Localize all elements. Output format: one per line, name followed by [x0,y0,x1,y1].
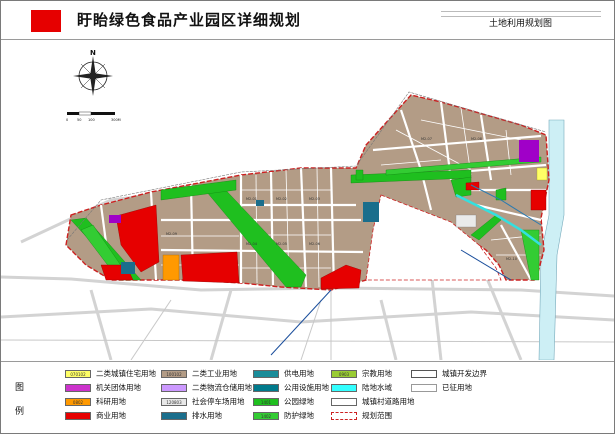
legend-label: 城镇开发边界 [442,369,487,378]
parcel-label: M2-09 [166,232,177,236]
title-color-block [31,10,61,32]
residential-land [536,167,548,181]
legend-item: 供电用地 [253,368,314,379]
legend-swatch: 0802 [65,397,91,406]
legend-item: 120803 社会停车场用地 [161,396,245,407]
legend-label: 二类工业用地 [192,369,237,378]
legend-label: 城镇村道路用地 [362,397,415,406]
legend-swatch [65,411,91,420]
legend-swatch [253,369,279,378]
legend-item: 公用设施用地 [253,382,329,393]
legend-swatch [65,383,91,392]
legend-item: 1402 防护绿地 [253,410,314,421]
legend-swatch: 120803 [161,397,187,406]
legend-swatch: 100102 [161,369,187,378]
scale-tick: 50 [77,118,81,122]
legend-item: 城镇开发边界 [411,368,487,379]
north-arrow: N [73,49,113,96]
map-frame: { "header": { "title": "盱眙绿色食品产业园区详细规划",… [0,0,615,434]
parcel-label: M2-03 [309,197,320,201]
map-title: 盱眙绿色食品产业园区详细规划 [77,11,302,29]
legend-swatch: 0903 [331,369,357,378]
legend-label: 宗教用地 [362,369,392,378]
legend-swatch [253,383,279,392]
legend-item: 排水用地 [161,410,222,421]
header-bar: 盱眙绿色食品产业园区详细规划 土地利用规划图 [1,1,614,40]
legend-item: 1401 公园绿地 [253,396,314,407]
scale-tick: 100 [88,118,95,122]
legend-title: 图例 [15,383,25,417]
legend-label: 规划范围 [362,411,392,420]
scale-tick: 300M [111,118,121,122]
legend-label: 陆地水域 [362,383,392,392]
legend-swatch [161,383,187,392]
legend-item: 机关团体用地 [65,382,141,393]
legend-swatch: 1402 [253,411,279,420]
legend-swatch [161,411,187,420]
legend-label: 机关团体用地 [96,383,141,392]
legend-item: 070102 二类城镇住宅用地 [65,368,156,379]
legend-item: 陆地水域 [331,382,392,393]
research-land [162,254,180,281]
legend-label: 商业用地 [96,411,126,420]
parcel-label: M2-04 [246,242,258,246]
parcel-label: M2-01 [246,197,257,201]
road-blue-west [270,289,332,356]
legend-label: 已征用地 [442,383,472,392]
parcel-label: M2-02 [276,197,287,201]
legend-item: 已征用地 [411,382,472,393]
land-use-map: M2-01 M2-02 M2-03 M2-04 M2-05 M2-06 M2-0… [1,49,614,360]
legend-item: 0802 科研用地 [65,396,126,407]
legend-item: 规划范围 [331,410,392,421]
legend: 图例 070102 二类城镇住宅用地 机关团体用地 0802 科研用地商业用地 10010… [1,361,614,434]
scale-tick: 0 [66,118,68,122]
legend-swatch: 070102 [65,369,91,378]
parcel-label: M2-05 [276,242,287,246]
parcel-label: M2-10 [506,257,517,261]
legend-label: 公园绿地 [284,397,314,406]
legend-item: 二类物流仓储用地 [161,382,252,393]
legend-swatch: 1401 [253,397,279,406]
legend-swatch [331,411,357,420]
north-label: N [90,49,96,57]
legend-label: 二类城镇住宅用地 [96,369,156,378]
legend-label: 排水用地 [192,411,222,420]
parcel-label: M2-07 [421,137,432,141]
legend-swatch [411,369,437,378]
scale-bar: 0 50 100 300M [66,111,121,122]
legend-label: 公用设施用地 [284,383,329,392]
legend-item: 100102 二类工业用地 [161,368,237,379]
parking-land [455,214,477,228]
legend-label: 防护绿地 [284,411,314,420]
legend-label: 二类物流仓储用地 [192,383,252,392]
legend-swatch [411,383,437,392]
legend-swatch [331,397,357,406]
legend-item: 0903 宗教用地 [331,368,392,379]
legend-label: 社会停车场用地 [192,397,245,406]
legend-label: 科研用地 [96,397,126,406]
map-subtitle: 土地利用规划图 [489,19,553,29]
legend-item: 商业用地 [65,410,126,421]
legend-swatch [331,383,357,392]
legend-label: 供电用地 [284,369,314,378]
parcel-label: M2-08 [471,137,482,141]
parcel-label: M2-06 [309,242,320,246]
legend-item: 城镇村道路用地 [331,396,415,407]
